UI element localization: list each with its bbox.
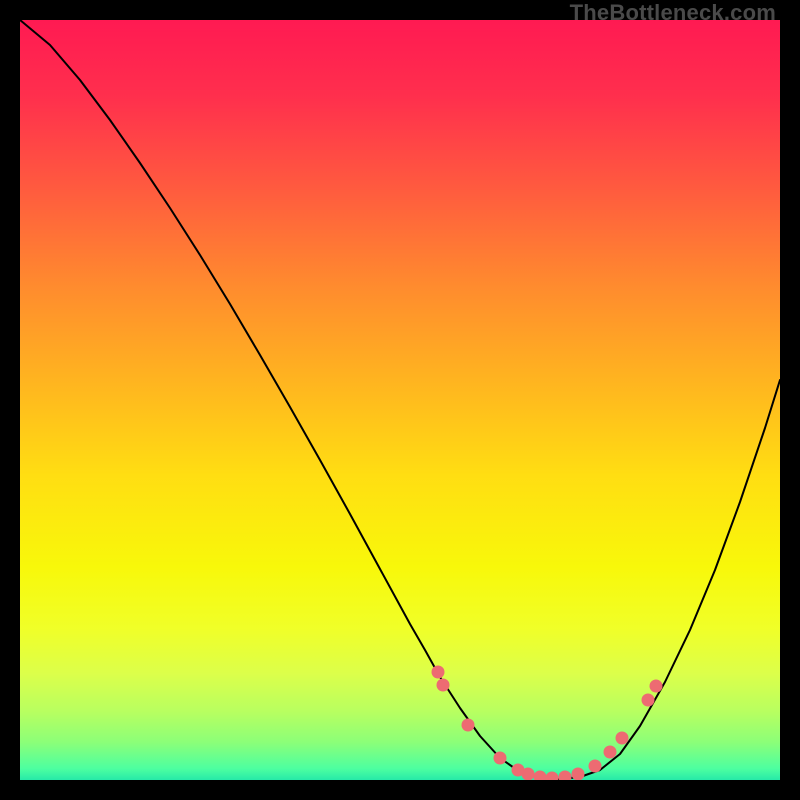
- chart-frame: TheBottleneck.com: [0, 0, 800, 800]
- curve-marker: [437, 679, 450, 692]
- curve-marker: [604, 746, 617, 759]
- curve-layer: [20, 20, 780, 780]
- watermark-text: TheBottleneck.com: [570, 0, 776, 26]
- curve-marker: [534, 771, 547, 781]
- curve-marker: [616, 732, 629, 745]
- curve-marker: [559, 771, 572, 781]
- curve-marker: [522, 768, 535, 781]
- curve-marker: [546, 772, 559, 781]
- curve-marker: [642, 694, 655, 707]
- curve-marker: [650, 680, 663, 693]
- curve-marker: [462, 719, 475, 732]
- bottleneck-curve: [20, 20, 780, 779]
- curve-marker: [494, 752, 507, 765]
- plot-area: [20, 20, 780, 780]
- curve-marker: [432, 666, 445, 679]
- curve-marker: [589, 760, 602, 773]
- curve-markers: [432, 666, 663, 781]
- curve-marker: [572, 768, 585, 781]
